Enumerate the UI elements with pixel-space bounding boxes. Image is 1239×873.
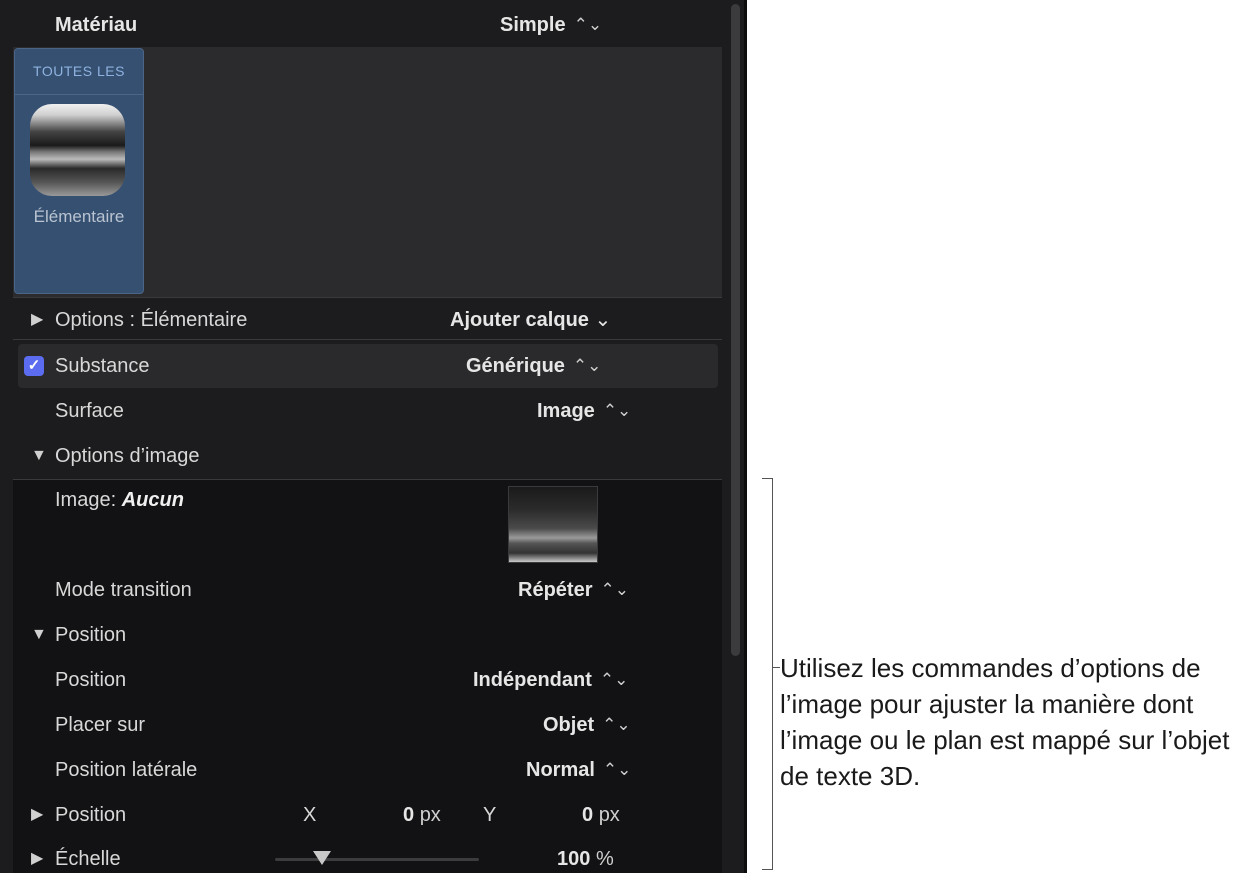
image-well[interactable] [508, 486, 598, 563]
position-xy-label: Position [55, 804, 127, 826]
panel-edge [744, 0, 747, 873]
substance-popup[interactable]: Générique ⌃⌄ [466, 344, 601, 388]
material-thumbnail [30, 104, 125, 196]
scale-unit: % [595, 848, 614, 870]
disclosure-right-icon[interactable]: ▶ [31, 837, 43, 873]
updown-chevron-icon: ⌃⌄ [572, 356, 602, 375]
scrollbar-thumb[interactable] [731, 4, 740, 656]
substance-row: Substance Générique ⌃⌄ [0, 344, 720, 388]
place-on-label: Placer sur [55, 714, 146, 736]
material-tile-elementaire[interactable]: TOUTES LES Élémentaire [14, 48, 144, 294]
image-options-label: Options d’image [55, 445, 200, 467]
scale-field[interactable]: 100 % [557, 837, 614, 873]
place-on-popup[interactable]: Objet ⌃⌄ [543, 703, 631, 747]
scale-slider-thumb[interactable] [312, 851, 331, 865]
add-layer-label: Ajouter calque [450, 309, 589, 331]
surface-value: Image [537, 400, 595, 422]
side-position-popup[interactable]: Normal ⌃⌄ [526, 748, 631, 792]
place-on-value: Objet [543, 714, 595, 736]
material-value: Simple [500, 14, 566, 36]
position-mode-row: Position Indépendant ⌃⌄ [0, 658, 720, 702]
surface-popup[interactable]: Image ⌃⌄ [537, 389, 631, 433]
add-layer-button[interactable]: Ajouter calque ⌄ [450, 298, 611, 342]
callout-bracket [762, 478, 773, 870]
disclosure-down-icon[interactable]: ▼ [31, 434, 47, 478]
x-unit: px [419, 804, 441, 826]
side-position-row: Position latérale Normal ⌃⌄ [0, 748, 720, 792]
material-browser: TOUTES LES Élémentaire [13, 47, 722, 297]
updown-chevron-icon: ⌃⌄ [600, 580, 629, 599]
transition-value: Répéter [518, 579, 593, 601]
scale-slider-track[interactable] [275, 858, 479, 861]
substance-label: Substance [55, 355, 150, 377]
image-label: Image: Aucun [55, 478, 184, 522]
image-label-text: Image: [55, 489, 122, 511]
updown-chevron-icon: ⌃⌄ [599, 670, 629, 689]
material-label: Matériau [55, 14, 138, 36]
x-value: 0 [403, 804, 415, 826]
material-tile-name: Élémentaire [33, 207, 125, 226]
substance-value: Générique [466, 355, 565, 377]
position-mode-popup[interactable]: Indépendant ⌃⌄ [473, 658, 628, 702]
scale-value: 100 [557, 848, 591, 870]
side-position-value: Normal [526, 759, 595, 781]
updown-chevron-icon: ⌃⌄ [573, 15, 603, 34]
chevron-down-icon: ⌄ [594, 309, 612, 331]
y-value: 0 [582, 804, 594, 826]
position-mode-value: Indépendant [473, 669, 592, 691]
position-group-row[interactable]: ▼ Position [0, 613, 720, 657]
options-row[interactable]: ▶ Options : Élémentaire Ajouter calque ⌄ [0, 298, 720, 342]
divider [13, 339, 722, 340]
disclosure-down-icon[interactable]: ▼ [31, 613, 47, 657]
tile-divider [15, 94, 143, 95]
disclosure-right-icon[interactable]: ▶ [31, 793, 43, 837]
y-field[interactable]: 0 px [582, 793, 620, 837]
scale-label: Échelle [55, 848, 121, 870]
options-label: Options : Élémentaire [55, 309, 248, 331]
category-label[interactable]: TOUTES LES [15, 63, 143, 79]
image-options-row[interactable]: ▼ Options d’image [0, 434, 720, 478]
inspector-panel: Matériau Simple ⌃⌄ TOUTES LES Élémentaire… [0, 0, 747, 873]
surface-row: Surface Image ⌃⌄ [0, 389, 720, 433]
transition-row: Mode transition Répéter ⌃⌄ [0, 568, 720, 612]
surface-label: Surface [55, 400, 124, 422]
x-field[interactable]: 0 px [403, 793, 441, 837]
x-label: X [303, 804, 317, 826]
callout-text: Utilisez les commandes d’options de l’im… [780, 653, 1230, 791]
material-popup[interactable]: Simple ⌃⌄ [500, 3, 602, 47]
y-label: Y [483, 804, 497, 826]
updown-chevron-icon: ⌃⌄ [602, 401, 632, 420]
transition-label: Mode transition [55, 579, 192, 601]
y-unit: px [598, 804, 620, 826]
updown-chevron-icon: ⌃⌄ [602, 715, 631, 734]
callout-tick [772, 667, 780, 668]
side-position-label: Position latérale [55, 759, 198, 781]
place-on-row: Placer sur Objet ⌃⌄ [0, 703, 720, 747]
position-mode-label: Position [55, 669, 127, 691]
position-group-label: Position [55, 624, 127, 646]
updown-chevron-icon: ⌃⌄ [602, 760, 632, 779]
transition-popup[interactable]: Répéter ⌃⌄ [518, 568, 629, 612]
image-value: Aucun [121, 489, 184, 511]
material-row: Matériau Simple ⌃⌄ [0, 3, 720, 47]
disclosure-right-icon[interactable]: ▶ [31, 298, 43, 342]
image-row: Image: Aucun [0, 478, 720, 522]
